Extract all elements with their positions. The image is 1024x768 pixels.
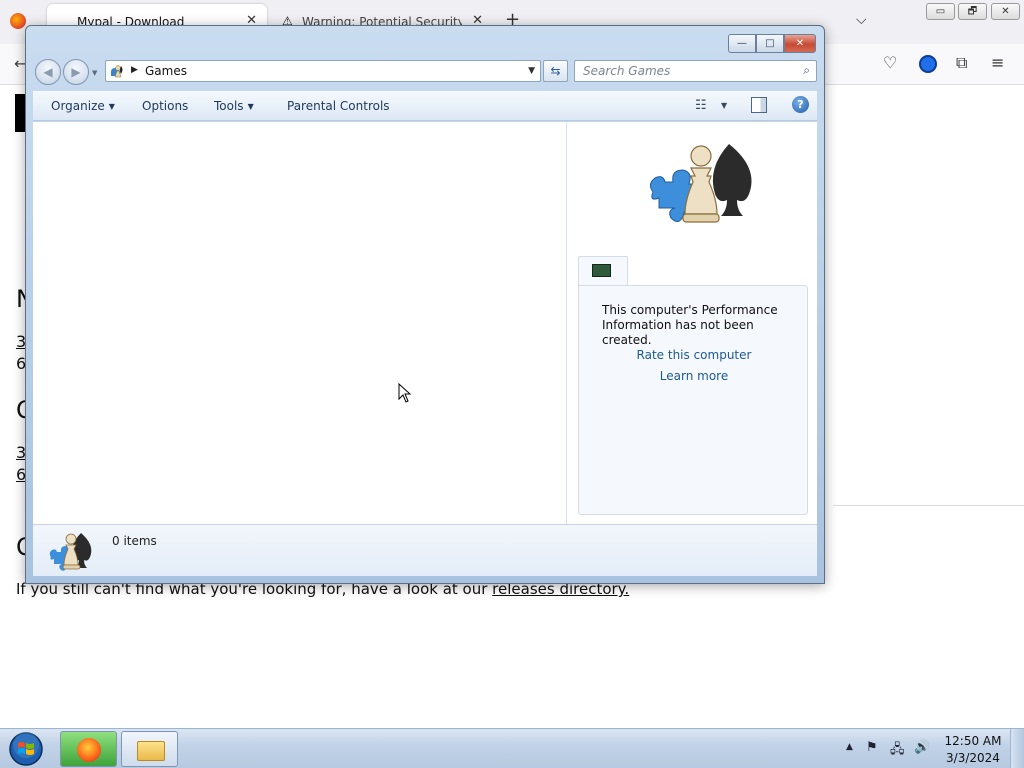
breadcrumb-arrow-icon[interactable]: ▶ [131,65,138,75]
options-button[interactable]: Options [142,99,188,113]
account-icon[interactable] [919,55,937,73]
tools-label: Tools [214,99,244,113]
preview-pane-icon[interactable] [751,97,767,113]
taskbar: ▲ ⚑ 🖧 🔊 12:50 AM 3/3/2024 [0,728,1024,768]
address-bar[interactable]: ▶ Games ▼ [105,60,541,82]
games-logo-icon [649,144,752,223]
show-hidden-icons-button[interactable]: ▲ [846,742,853,752]
pocket-icon[interactable]: ♡ [883,53,897,72]
organize-menu[interactable]: Organize ▼ [51,99,115,113]
performance-message: This computer's Performance Information … [602,303,778,347]
taskbar-firefox-button[interactable] [60,731,117,767]
clock-date[interactable]: 3/3/2024 [941,751,1005,765]
list-all-tabs-icon[interactable]: ⌵ [856,12,867,28]
performance-info-panel: This computer's Performance Information … [578,285,808,515]
taskbar-explorer-button[interactable] [121,731,178,767]
recent-pages-dropdown[interactable]: ▼ [92,69,97,77]
network-icon[interactable]: 🖧 [890,740,905,762]
change-view-icon[interactable]: ☷ [695,98,707,113]
command-bar: Organize ▼ Options Tools ▼ Parental Contro… [33,91,817,121]
close-button[interactable]: ✕ [784,34,816,53]
details-pane: 0 items [33,524,817,576]
chevron-down-icon: ▼ [247,102,254,111]
refresh-button[interactable]: ⇆ [543,60,568,82]
games-list-area[interactable] [33,122,566,524]
browser-minimize-button[interactable]: ▭ [926,3,955,20]
back-button[interactable]: ◀ [35,59,61,85]
search-games-input[interactable]: Search Games ⌕ [574,60,817,82]
firefox-logo-icon [10,13,26,29]
browser-restore-button[interactable]: 🗗 [958,3,987,20]
item-count: 0 items [112,534,157,548]
rate-this-computer-link[interactable]: Rate this computer [579,348,809,362]
browser-close-button[interactable]: ✕ [991,3,1020,20]
clock-time[interactable]: 12:50 AM [941,734,1005,748]
page-divider [833,505,1024,506]
tools-menu[interactable]: Tools ▼ [214,99,254,113]
search-placeholder: Search Games [583,64,671,78]
forward-button[interactable]: ▶ [63,59,89,85]
mouse-cursor-icon [398,383,412,403]
navigation-buttons: ◀ ▶ ▼ [35,59,103,85]
organize-label: Organize [51,99,105,113]
games-explorer-window: — □ ✕ ◀ ▶ ▼ ▶ Games ▼ ⇆ Search Games ⌕ O… [25,25,825,584]
show-desktop-button[interactable] [1010,729,1024,768]
window-caption-buttons: — □ ✕ [728,34,816,53]
preview-pane: This computer's Performance Information … [566,122,817,524]
minimize-button[interactable]: — [728,34,756,53]
extensions-icon[interactable]: ⧉ [956,53,967,73]
maximize-button[interactable]: □ [756,34,784,53]
performance-tab[interactable] [578,256,628,286]
folder-icon [137,741,165,761]
volume-icon[interactable]: 🔊 [914,740,930,755]
games-small-icon [49,533,92,571]
view-options-dropdown-icon[interactable]: ▼ [721,101,727,110]
help-icon[interactable]: ? [792,96,809,113]
menu-icon[interactable]: ≡ [991,53,1004,72]
chevron-down-icon: ▼ [108,102,115,111]
breadcrumb-games[interactable]: Games [145,64,187,78]
address-dropdown-icon[interactable]: ▼ [528,66,535,76]
start-button[interactable] [7,731,45,767]
parental-controls-button[interactable]: Parental Controls [287,99,390,113]
performance-chip-icon [592,264,611,277]
search-icon[interactable]: ⌕ [803,63,810,78]
games-folder-icon [111,65,123,78]
action-center-flag-icon[interactable]: ⚑ [866,740,878,755]
firefox-icon [77,738,101,762]
learn-more-link[interactable]: Learn more [579,369,809,383]
